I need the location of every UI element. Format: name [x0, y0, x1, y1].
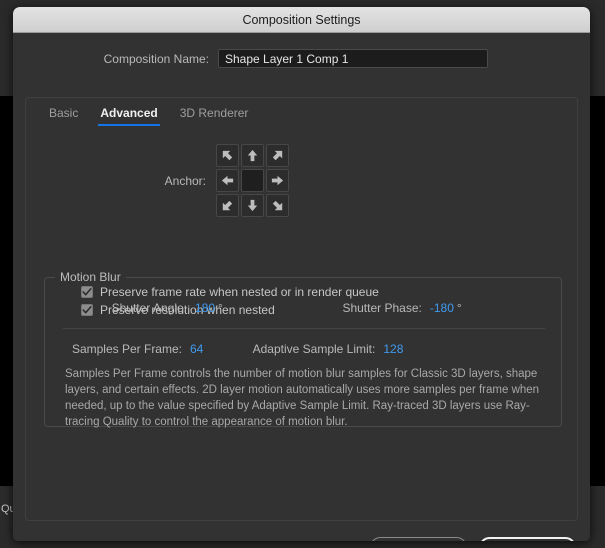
dialog-body: Composition Name: Basic Advanced 3D Rend…	[13, 33, 590, 541]
shutter-row: Shutter Angle: 180 ° Shutter Phase: -180…	[45, 301, 563, 315]
arrow-up-left-icon	[220, 148, 235, 163]
tab-advanced[interactable]: Advanced	[89, 106, 168, 126]
arrow-down-icon	[245, 198, 260, 213]
shutter-phase-unit: °	[456, 301, 462, 315]
dialog-footer: Preview Cancel OK	[13, 527, 590, 541]
anchor-left-button[interactable]	[216, 169, 239, 192]
dialog-title: Composition Settings	[242, 12, 361, 27]
shutter-phase-value[interactable]: -180	[430, 301, 454, 315]
preview-row[interactable]: Preview	[27, 540, 89, 541]
anchor-grid	[216, 144, 289, 217]
anchor-label: Anchor:	[164, 173, 206, 188]
shutter-angle-value[interactable]: 180	[195, 301, 215, 315]
dialog-titlebar: Composition Settings	[13, 7, 590, 33]
composition-name-input[interactable]	[218, 49, 488, 68]
anchor-up-button[interactable]	[241, 144, 264, 167]
adaptive-sample-limit-label: Adaptive Sample Limit:	[252, 342, 376, 356]
footer-buttons: Cancel OK	[370, 536, 576, 541]
anchor-right-button[interactable]	[266, 169, 289, 192]
composition-name-row: Composition Name:	[13, 49, 590, 68]
arrow-right-icon	[270, 173, 285, 188]
motion-blur-divider	[63, 328, 545, 329]
samples-per-frame-label: Samples Per Frame:	[71, 342, 182, 356]
adaptive-sample-limit-value[interactable]: 128	[383, 342, 403, 356]
motion-blur-description: Samples Per Frame controls the number of…	[65, 368, 540, 428]
arrow-down-left-icon	[220, 198, 235, 213]
cancel-button[interactable]: Cancel	[370, 536, 467, 541]
anchor-up-right-button[interactable]	[266, 144, 289, 167]
anchor-down-left-button[interactable]	[216, 194, 239, 217]
samples-row: Samples Per Frame: 64 Adaptive Sample Li…	[45, 342, 563, 356]
tab-panel: Basic Advanced 3D Renderer Anchor: Prese…	[25, 97, 578, 521]
anchor-center-button[interactable]	[241, 169, 264, 192]
anchor-down-right-button[interactable]	[266, 194, 289, 217]
anchor-down-button[interactable]	[241, 194, 264, 217]
tab-3d-renderer[interactable]: 3D Renderer	[169, 106, 260, 126]
composition-name-label: Composition Name:	[103, 51, 209, 66]
tab-strip: Basic Advanced 3D Renderer	[26, 98, 259, 136]
tab-basic[interactable]: Basic	[38, 106, 89, 126]
motion-blur-legend: Motion Blur	[55, 270, 126, 284]
arrow-up-icon	[245, 148, 260, 163]
arrow-up-right-icon	[270, 148, 285, 163]
anchor-row: Anchor:	[26, 144, 579, 217]
arrow-down-right-icon	[270, 198, 285, 213]
ok-button[interactable]: OK	[479, 536, 576, 541]
arrow-left-icon	[220, 173, 235, 188]
samples-per-frame-value[interactable]: 64	[190, 342, 203, 356]
shutter-angle-label: Shutter Angle:	[111, 301, 187, 315]
anchor-up-left-button[interactable]	[216, 144, 239, 167]
composition-settings-dialog: Composition Settings Composition Name: B…	[13, 7, 590, 541]
preview-label: Preview	[46, 540, 89, 541]
motion-blur-group: Motion Blur Shutter Angle: 180 ° Shutter…	[44, 270, 563, 428]
shutter-phase-label: Shutter Phase:	[342, 301, 422, 315]
